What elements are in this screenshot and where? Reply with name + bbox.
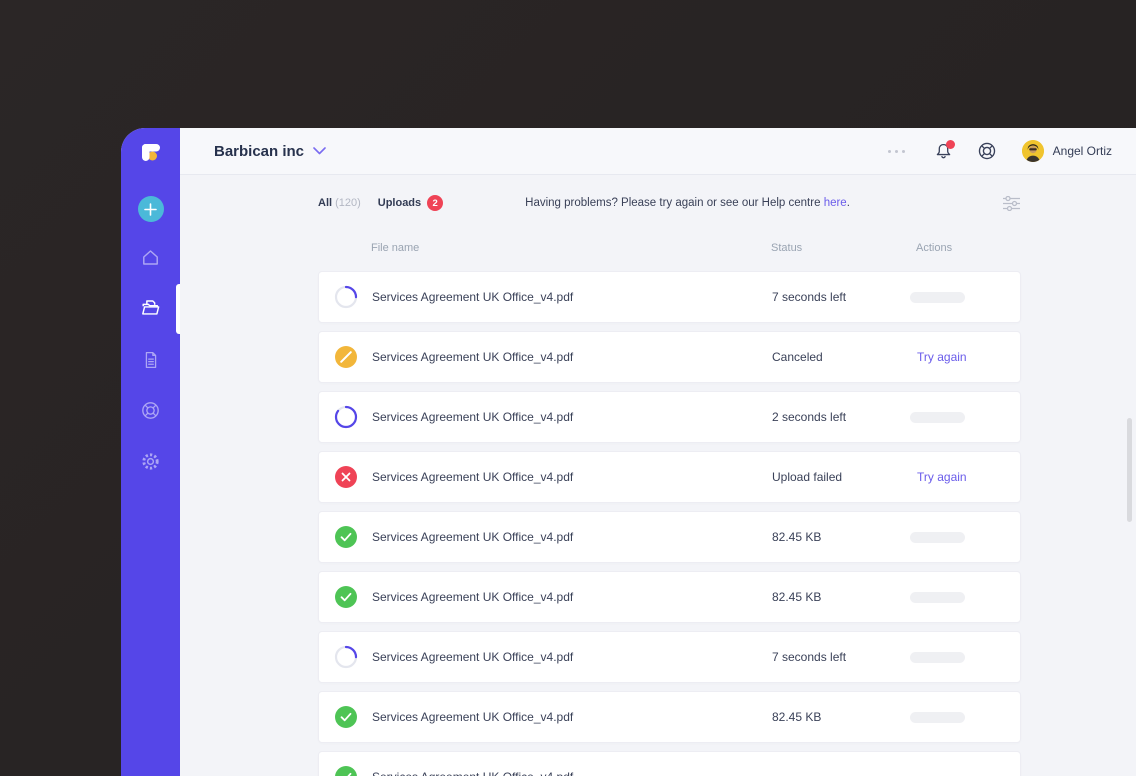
action-cell bbox=[910, 651, 1020, 663]
notifications-button[interactable] bbox=[933, 139, 955, 162]
sliders-icon bbox=[1003, 195, 1020, 211]
user-name[interactable]: Angel Ortiz bbox=[1053, 144, 1112, 158]
success-icon bbox=[334, 765, 358, 776]
status-text: 82.45 KB bbox=[772, 590, 822, 604]
spinner-25-icon bbox=[334, 285, 358, 309]
toolbar: All (120) Uploads 2 Having problems? Ple… bbox=[318, 195, 1021, 211]
uploads-badge: 2 bbox=[427, 195, 444, 211]
action-cell: Try again bbox=[917, 350, 1020, 364]
status-text: 7 seconds left bbox=[772, 290, 847, 304]
help-button[interactable] bbox=[976, 140, 998, 162]
action-cell bbox=[910, 411, 1020, 423]
scrollbar-thumb[interactable] bbox=[1127, 418, 1132, 522]
try-again-link[interactable]: Try again bbox=[917, 470, 967, 484]
action-placeholder bbox=[910, 411, 965, 423]
success-icon bbox=[334, 525, 358, 549]
spinner-85-icon bbox=[334, 405, 358, 429]
action-placeholder bbox=[910, 651, 965, 663]
file-name: Services Agreement UK Office_v4.pdf bbox=[372, 710, 574, 724]
sidebar-item-documents[interactable] bbox=[121, 334, 180, 385]
tab-all[interactable]: All (120) bbox=[318, 197, 361, 209]
table-row: Services Agreement UK Office_v4.pdf 2 sec… bbox=[318, 391, 1021, 443]
file-name: Services Agreement UK Office_v4.pdf bbox=[372, 410, 574, 424]
tab-uploads[interactable]: Uploads 2 bbox=[377, 195, 444, 211]
column-file-name: File name bbox=[371, 242, 420, 254]
action-placeholder bbox=[910, 291, 965, 303]
try-again-link[interactable]: Try again bbox=[917, 350, 967, 364]
document-icon bbox=[145, 351, 156, 368]
sidebar bbox=[121, 128, 180, 776]
table-row: Services Agreement UK Office_v4.pdf Cance… bbox=[318, 331, 1021, 383]
action-cell bbox=[910, 531, 1020, 543]
status-text: 82.45 KB bbox=[772, 530, 822, 544]
spinner-25-icon bbox=[334, 645, 358, 669]
action-cell bbox=[910, 591, 1020, 603]
gear-icon bbox=[142, 453, 159, 470]
help-centre-link[interactable]: here bbox=[824, 197, 847, 209]
avatar[interactable] bbox=[1021, 140, 1044, 162]
add-button[interactable] bbox=[137, 196, 164, 222]
file-name: Services Agreement UK Office_v4.pdf bbox=[372, 590, 574, 604]
sidebar-item-home[interactable] bbox=[121, 232, 180, 283]
file-name: Services Agreement UK Office_v4.pdf bbox=[372, 290, 574, 304]
status-text: Canceled bbox=[772, 350, 823, 364]
action-cell bbox=[910, 711, 1020, 723]
failed-icon bbox=[334, 465, 358, 489]
table-row: Services Agreement UK Office_v4.pdf 7 sec… bbox=[318, 631, 1021, 683]
company-name: Barbican inc bbox=[214, 142, 305, 160]
life-ring-icon bbox=[978, 142, 995, 160]
table-row: Services Agreement UK Office_v4.pdf 82.45… bbox=[318, 511, 1021, 563]
action-placeholder bbox=[910, 591, 965, 603]
table-row: Services Agreement UK Office_v4.pdf 7 sec… bbox=[318, 271, 1021, 323]
help-bar: Having problems? Please try again or see… bbox=[525, 197, 850, 209]
home-icon bbox=[143, 250, 158, 265]
sidebar-item-settings[interactable] bbox=[121, 436, 180, 487]
tab-all-label: All bbox=[318, 197, 333, 209]
content-area: All (120) Uploads 2 Having problems? Ple… bbox=[180, 175, 1136, 776]
main-area: Barbican inc Angel Ortiz All (120) Uploa… bbox=[180, 128, 1136, 776]
success-icon bbox=[334, 585, 358, 609]
more-options-button[interactable] bbox=[882, 144, 911, 159]
column-actions: Actions bbox=[916, 242, 953, 254]
action-placeholder bbox=[910, 531, 965, 543]
table-row: Services Agreement UK Office_v4.pdf Uploa… bbox=[318, 451, 1021, 503]
status-text: 82.45 KB bbox=[772, 710, 822, 724]
chevron-down-icon bbox=[313, 147, 326, 155]
notification-dot bbox=[945, 139, 955, 149]
action-cell: Try again bbox=[917, 470, 1020, 484]
app-window: Barbican inc Angel Ortiz All (120) Uploa… bbox=[121, 128, 1136, 776]
filter-button[interactable] bbox=[1002, 195, 1021, 211]
avatar-image bbox=[1021, 140, 1044, 162]
table-row: Services Agreement UK Office_v4.pdf 82.45… bbox=[318, 571, 1021, 623]
tab-uploads-label: Uploads bbox=[377, 197, 422, 209]
column-status: Status bbox=[771, 242, 803, 254]
table-row: Services Agreement UK Office_v4.pdf bbox=[318, 751, 1021, 776]
action-placeholder bbox=[910, 711, 965, 723]
success-icon bbox=[334, 705, 358, 729]
company-switcher[interactable]: Barbican inc bbox=[214, 143, 326, 160]
file-name: Services Agreement UK Office_v4.pdf bbox=[372, 530, 574, 544]
file-name: Services Agreement UK Office_v4.pdf bbox=[372, 650, 574, 664]
folder-open-icon bbox=[142, 300, 160, 315]
app-logo-icon bbox=[137, 139, 165, 167]
top-bar: Barbican inc Angel Ortiz bbox=[180, 128, 1136, 175]
status-text: 2 seconds left bbox=[772, 410, 847, 424]
canceled-icon bbox=[334, 345, 358, 369]
file-name: Services Agreement UK Office_v4.pdf bbox=[370, 770, 772, 776]
sidebar-item-help[interactable] bbox=[121, 385, 180, 436]
plus-icon bbox=[144, 202, 157, 216]
table-header: File name Status Actions bbox=[318, 242, 1021, 256]
file-name: Services Agreement UK Office_v4.pdf bbox=[372, 350, 574, 364]
help-text: Having problems? Please try again or see… bbox=[525, 197, 824, 209]
status-text: 7 seconds left bbox=[772, 650, 847, 664]
help-text-suffix: . bbox=[846, 197, 850, 209]
life-ring-icon bbox=[142, 402, 159, 419]
tab-all-count: (120) bbox=[335, 197, 361, 209]
table-row: Services Agreement UK Office_v4.pdf 82.45… bbox=[318, 691, 1021, 743]
status-text: Upload failed bbox=[772, 470, 843, 484]
sidebar-item-files[interactable] bbox=[121, 283, 180, 334]
action-cell bbox=[910, 291, 1020, 303]
file-name: Services Agreement UK Office_v4.pdf bbox=[372, 470, 574, 484]
upload-rows: Services Agreement UK Office_v4.pdf 7 sec… bbox=[318, 271, 1021, 776]
